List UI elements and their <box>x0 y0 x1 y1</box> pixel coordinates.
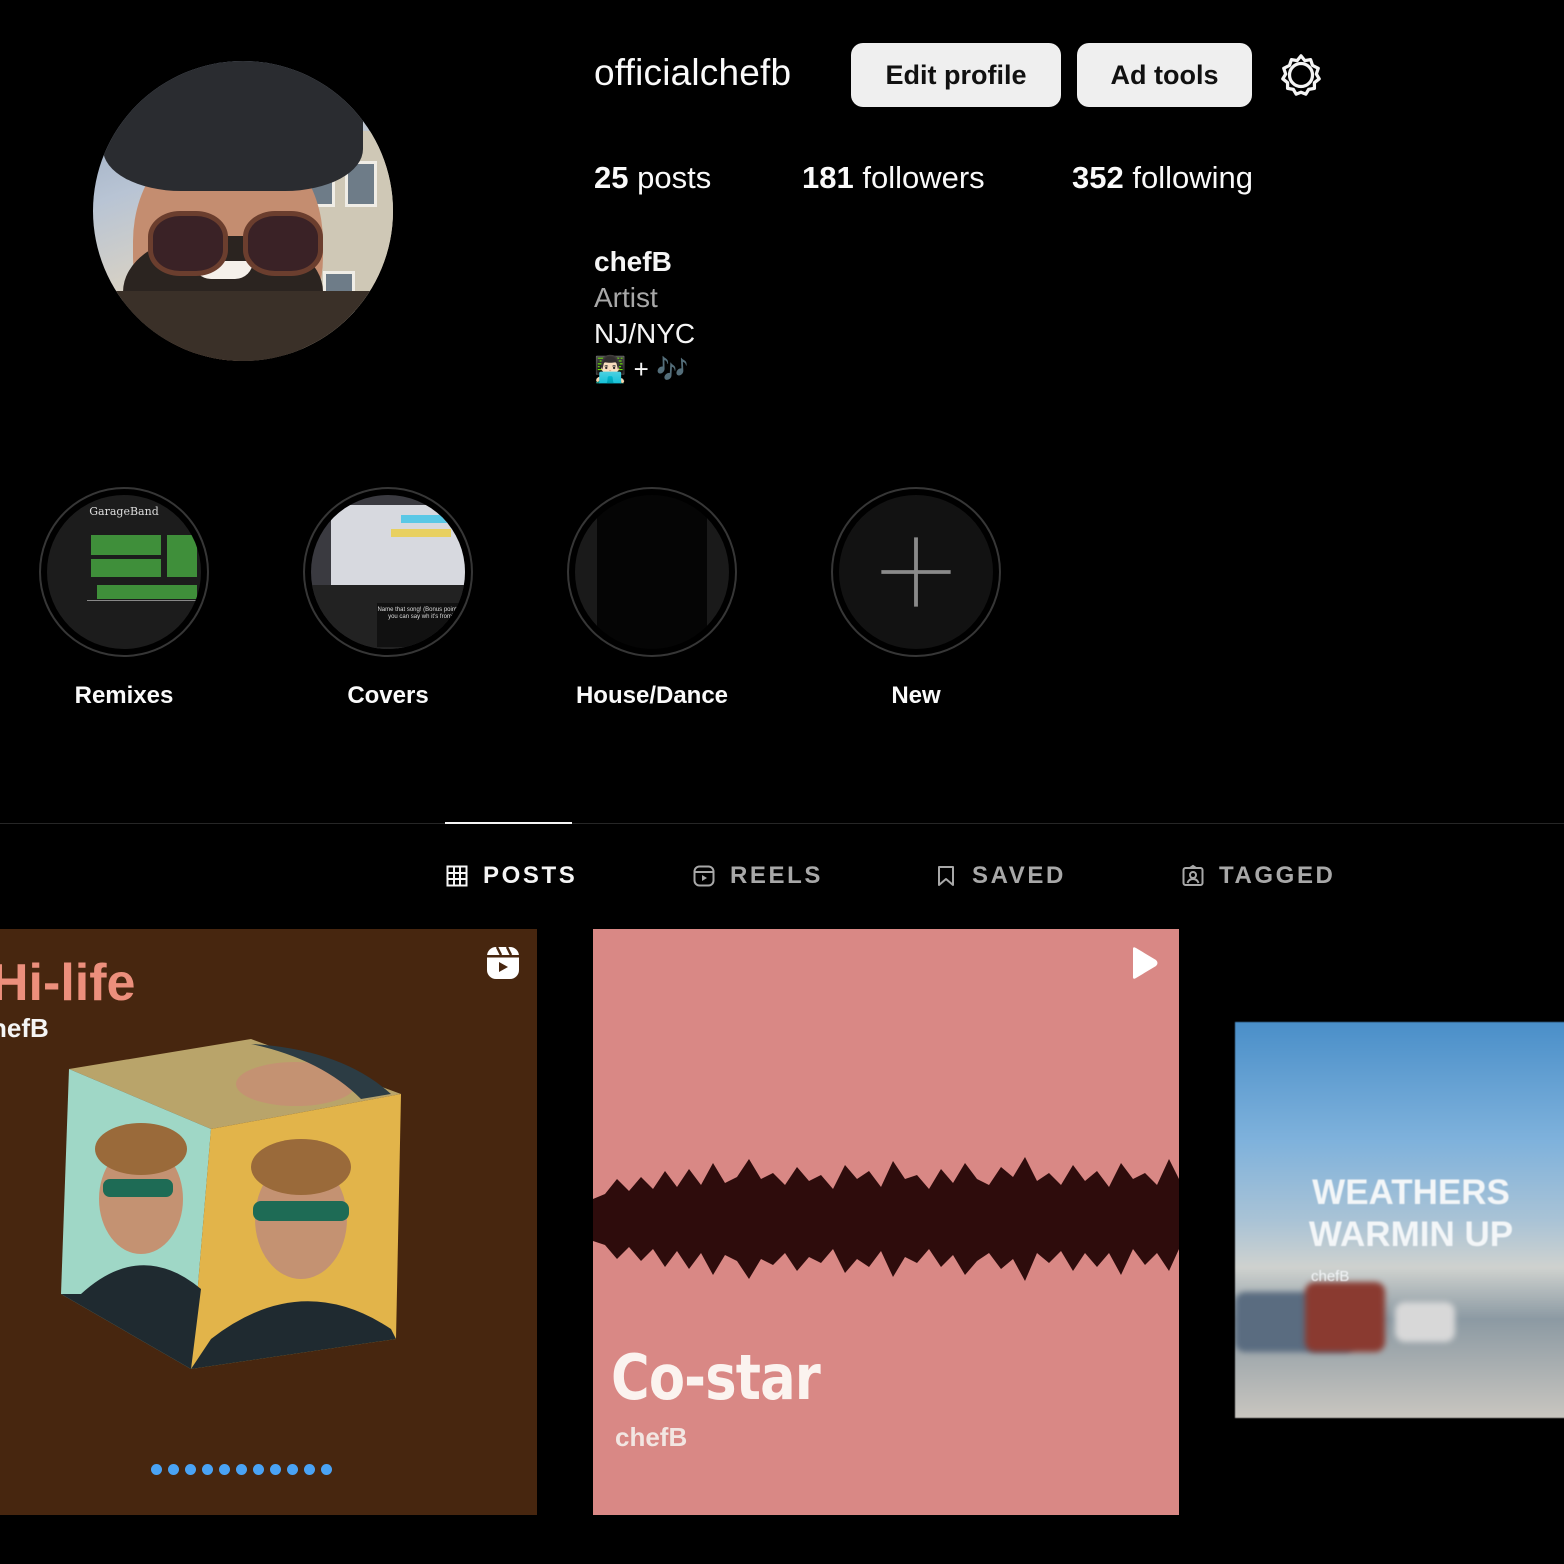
bio-category: Artist <box>594 282 658 313</box>
bio-location: NJ/NYC <box>594 318 696 349</box>
plus-icon <box>881 537 951 607</box>
post-artist: hefB <box>0 1013 49 1043</box>
highlight-covers[interactable]: Name that song! (Bonus points if you can… <box>303 487 473 657</box>
tab-label: POSTS <box>483 862 578 889</box>
following-stat[interactable]: 352 following <box>1072 160 1253 196</box>
tab-tagged[interactable]: TAGGED <box>1181 862 1336 890</box>
post-artist: chefB <box>1311 1268 1350 1285</box>
tab-label: REELS <box>730 862 824 889</box>
waveform-graphic <box>593 1157 1179 1281</box>
tagged-icon <box>1182 864 1204 886</box>
highlight-cover-text: Name that song! (Bonus points if you can… <box>377 603 465 647</box>
followers-label: followers <box>853 160 985 195</box>
tab-posts[interactable]: POSTS <box>445 862 577 890</box>
highlight-cover: GarageBand <box>47 495 201 649</box>
posts-count-stat: 25 posts <box>594 160 711 196</box>
avatar-cap <box>103 61 363 191</box>
post-title: Co-star <box>611 1341 821 1414</box>
edit-profile-button[interactable]: Edit profile <box>851 43 1061 107</box>
tabs-divider <box>0 823 1564 824</box>
tab-reels[interactable]: REELS <box>692 862 823 890</box>
new-highlight-button[interactable] <box>831 487 1001 657</box>
followers-count: 181 <box>802 160 854 195</box>
highlight-label-covers[interactable]: Covers <box>288 682 488 710</box>
active-tab-indicator <box>445 822 572 824</box>
bio-emoji-line: 👨🏻‍💻 + 🎶 <box>594 354 689 384</box>
post-weathers-warmin-up[interactable]: WEATHERS WARMIN UP chefB <box>1235 1022 1564 1418</box>
highlight-cover-text: GarageBand <box>89 505 159 518</box>
grid-icon <box>446 865 468 887</box>
avatar-jacket <box>93 291 393 361</box>
tab-label: TAGGED <box>1219 862 1336 889</box>
post-title: WEATHERS WARMIN UP <box>1308 1173 1514 1254</box>
highlight-label-remixes[interactable]: Remixes <box>24 682 224 710</box>
tab-saved[interactable]: SAVED <box>934 862 1066 890</box>
highlight-cover <box>575 495 729 649</box>
highlight-label-new[interactable]: New <box>816 682 1016 710</box>
post-hi-life[interactable]: Hi-life hefB <box>0 929 537 1515</box>
posts-count: 25 <box>594 160 629 195</box>
ad-tools-button[interactable]: Ad tools <box>1077 43 1252 107</box>
settings-gear-icon[interactable] <box>1278 52 1324 98</box>
new-highlight-circle <box>839 495 993 649</box>
tab-label: SAVED <box>972 862 1066 889</box>
album-cube-art <box>61 1039 401 1369</box>
avatar-sunglasses-left <box>148 211 228 276</box>
profile-avatar[interactable] <box>93 61 393 361</box>
avatar-sunglasses-right <box>243 211 323 276</box>
reels-icon <box>693 865 715 887</box>
post-title: Hi-life <box>0 954 136 1012</box>
following-count: 352 <box>1072 160 1124 195</box>
followers-stat[interactable]: 181 followers <box>802 160 985 196</box>
profile-username: officialchefb <box>594 52 792 93</box>
bookmark-icon <box>938 866 954 886</box>
play-icon <box>1133 947 1158 979</box>
highlight-cover: Name that song! (Bonus points if you can… <box>311 495 465 649</box>
bio-display-name: chefB <box>594 246 672 277</box>
post-artist: chefB <box>615 1422 688 1452</box>
reel-icon <box>487 946 519 979</box>
highlight-remixes[interactable]: GarageBand <box>39 487 209 657</box>
highlight-house-dance[interactable] <box>567 487 737 657</box>
carousel-dots <box>151 1464 332 1475</box>
posts-label: posts <box>628 160 712 195</box>
highlight-label-house-dance[interactable]: House/Dance <box>552 682 752 710</box>
post-co-star[interactable]: Co-star chefB <box>593 929 1179 1515</box>
following-label: following <box>1123 160 1253 195</box>
